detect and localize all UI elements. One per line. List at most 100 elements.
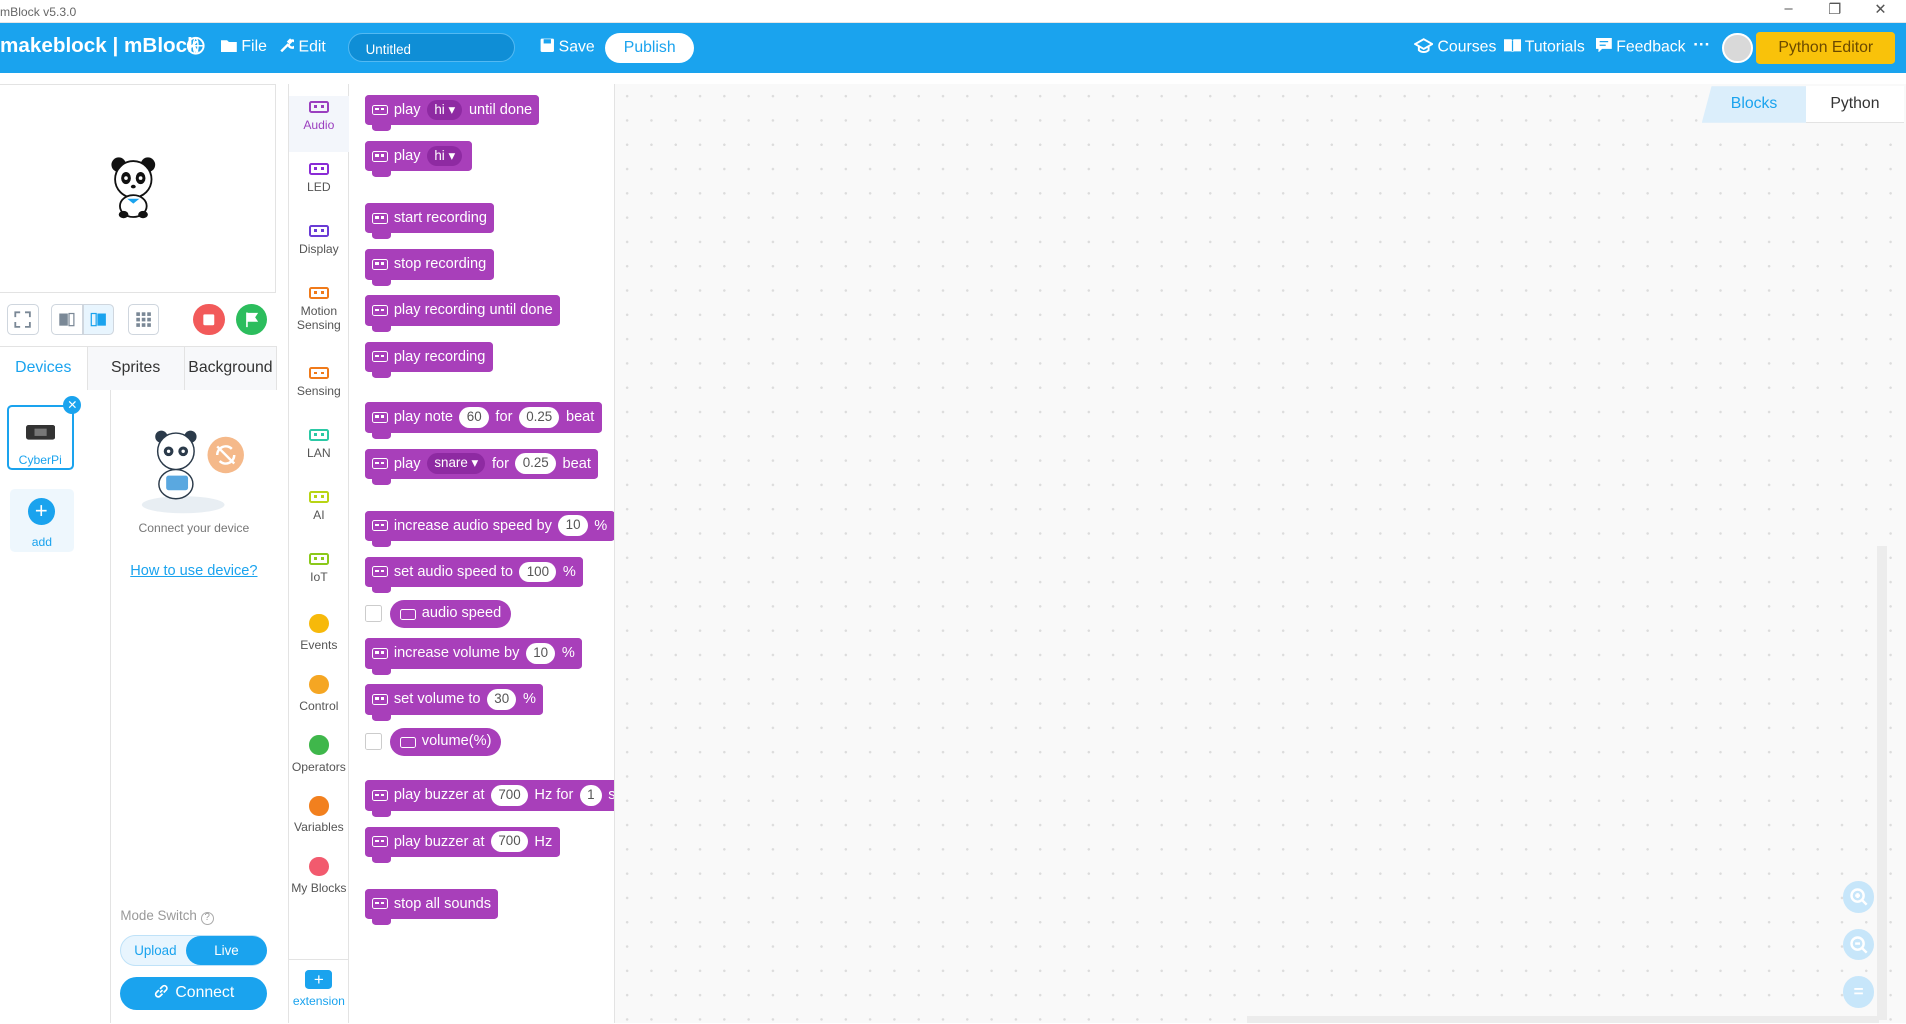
zoom-reset-icon[interactable]: =	[1842, 976, 1875, 1008]
remove-device-icon[interactable]: ✕	[63, 396, 82, 415]
block-play[interactable]: play hi ▾	[364, 140, 473, 178]
block-play-buzzer-for[interactable]: play buzzer at 700 Hz for 1 se	[364, 780, 615, 817]
block-increase-volume[interactable]: increase volume by 10 %	[364, 638, 583, 675]
small-stage-icon[interactable]	[51, 303, 83, 336]
category-iot[interactable]: IoT	[289, 548, 349, 604]
cyberpi-icon	[26, 424, 56, 440]
sound-dropdown[interactable]: hi ▾	[427, 145, 463, 167]
panda-sprite[interactable]	[109, 155, 158, 219]
speed-input[interactable]: 100	[519, 561, 557, 583]
more-menu-icon[interactable]: ···	[1693, 35, 1710, 55]
beat-input[interactable]: 0.25	[515, 453, 557, 474]
tab-background[interactable]: Background	[184, 347, 278, 390]
edit-menu[interactable]: Edit	[279, 38, 326, 56]
mode-switch: Upload Live	[120, 934, 268, 967]
tutorials-link[interactable]: Tutorials	[1503, 38, 1585, 56]
block-play-note[interactable]: play note 60 for 0.25 beat	[364, 402, 602, 439]
script-workspace[interactable]: =	[615, 83, 1906, 1024]
category-control[interactable]: Control	[289, 670, 349, 726]
note-input[interactable]: 60	[459, 407, 489, 428]
category-motion-sensing[interactable]: Motion Sensing	[289, 282, 349, 360]
category-label: Audio	[303, 117, 335, 132]
globe-icon[interactable]	[186, 36, 205, 60]
category-ai[interactable]: AI	[289, 486, 349, 542]
zoom-out-icon[interactable]	[1842, 928, 1875, 961]
restore-button[interactable]: ❐	[1828, 1, 1841, 18]
category-display[interactable]: Display	[289, 220, 349, 276]
category-chip-icon	[309, 224, 329, 237]
reporter-audio-speed[interactable]: audio speed	[390, 600, 511, 629]
tab-sprites[interactable]: Sprites	[87, 347, 185, 390]
frequency-input[interactable]: 700	[491, 785, 528, 806]
category-dot-icon	[309, 735, 329, 755]
block-stop-recording[interactable]: stop recording	[364, 249, 494, 286]
category-audio[interactable]: Audio	[289, 96, 349, 152]
book-icon	[1503, 38, 1521, 53]
horizontal-scrollbar[interactable]	[1247, 1016, 1880, 1024]
sound-dropdown[interactable]: hi ▾	[427, 99, 463, 121]
category-led[interactable]: LED	[289, 158, 349, 214]
project-title-input[interactable]: Untitled	[347, 32, 516, 62]
publish-button[interactable]: Publish	[605, 32, 695, 64]
block-play-until-done[interactable]: play hi ▾ until done	[364, 94, 540, 132]
device-card-cyberpi[interactable]: CyberPi	[7, 404, 75, 471]
device-list: CyberPi ✕ + add	[0, 390, 111, 1024]
mode-live[interactable]: Live	[185, 935, 268, 965]
block-play-drum[interactable]: play snare ▾ for 0.25 beat	[364, 448, 599, 485]
tab-python[interactable]: Python	[1806, 86, 1904, 123]
zoom-in-icon[interactable]	[1842, 881, 1875, 913]
courses-label: Courses	[1437, 38, 1497, 56]
audio-speed-checkbox[interactable]	[364, 605, 382, 623]
vertical-scrollbar[interactable]	[1876, 545, 1887, 1020]
folder-icon	[221, 39, 238, 52]
block-play-recording-until-done[interactable]: play recording until done	[364, 295, 560, 332]
category-lan[interactable]: LAN	[289, 424, 349, 480]
file-menu[interactable]: File	[221, 38, 267, 56]
category-my-blocks[interactable]: My Blocks	[289, 852, 349, 908]
feedback-link[interactable]: Feedback	[1596, 37, 1686, 56]
drum-dropdown[interactable]: snare ▾	[427, 453, 486, 474]
add-device-button[interactable]: + add	[9, 488, 75, 552]
speed-input[interactable]: 10	[558, 515, 588, 536]
green-flag-button[interactable]	[235, 303, 268, 336]
seconds-input[interactable]: 1	[579, 785, 602, 806]
volume-input[interactable]: 10	[525, 642, 556, 664]
courses-link[interactable]: Courses	[1412, 37, 1497, 56]
minimize-button[interactable]: –	[1784, 1, 1792, 17]
how-to-use-link[interactable]: How to use device?	[111, 563, 278, 579]
frequency-input[interactable]: 700	[491, 831, 528, 853]
connect-button[interactable]: Connect	[120, 977, 268, 1011]
category-variables[interactable]: Variables	[289, 791, 349, 847]
user-avatar[interactable]	[1722, 32, 1753, 64]
block-set-volume[interactable]: set volume to 30 %	[364, 684, 544, 721]
volume-checkbox[interactable]	[364, 732, 382, 750]
block-increase-audio-speed[interactable]: increase audio speed by 10 %	[364, 510, 615, 547]
block-set-audio-speed[interactable]: set audio speed to 100 %	[364, 556, 584, 594]
category-operators[interactable]: Operators	[289, 731, 349, 787]
category-sensing[interactable]: Sensing	[289, 362, 349, 418]
reporter-volume[interactable]: volume(%)	[390, 728, 502, 757]
block-play-recording[interactable]: play recording	[364, 341, 493, 378]
block-start-recording[interactable]: start recording	[364, 202, 495, 240]
category-events[interactable]: Events	[289, 609, 349, 665]
category-label: Operators	[291, 759, 346, 774]
category-label: Control	[299, 698, 339, 713]
volume-input[interactable]: 30	[487, 689, 517, 710]
stop-button[interactable]	[193, 303, 225, 336]
fullscreen-icon[interactable]	[7, 303, 39, 336]
save-button[interactable]: Save	[540, 38, 595, 56]
python-editor-button[interactable]: Python Editor	[1756, 31, 1896, 65]
tab-blocks[interactable]: Blocks	[1701, 86, 1807, 123]
beat-input[interactable]: 0.25	[518, 407, 560, 428]
tab-devices[interactable]: Devices	[0, 347, 88, 390]
block-stop-all-sounds[interactable]: stop all sounds	[364, 888, 499, 925]
stage-canvas[interactable]	[0, 83, 276, 293]
extension-button[interactable]: + extension	[289, 959, 349, 1023]
block-palette: play hi ▾ until done play hi ▾ start rec…	[350, 83, 616, 1024]
block-play-buzzer[interactable]: play buzzer at 700 Hz	[364, 826, 560, 863]
grid-layout-icon[interactable]	[127, 303, 160, 336]
close-window-button[interactable]: ✕	[1874, 1, 1886, 18]
help-icon[interactable]: ?	[200, 912, 214, 926]
mode-upload[interactable]: Upload	[121, 936, 189, 965]
large-stage-icon[interactable]	[82, 303, 115, 336]
